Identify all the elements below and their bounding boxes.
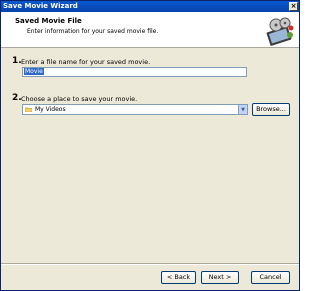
page-subtitle: Enter information for your saved movie f… bbox=[27, 28, 159, 35]
wizard-header: Saved Movie File Enter information for y… bbox=[1, 12, 299, 48]
film-reel-icon bbox=[266, 17, 294, 46]
title-bar: Save Movie Wizard × bbox=[1, 1, 299, 12]
cancel-button[interactable]: Cancel bbox=[251, 271, 290, 284]
step-2-label: Choose a place to save your movie. bbox=[21, 95, 138, 103]
folder-icon bbox=[25, 107, 32, 112]
page-title: Saved Movie File bbox=[15, 17, 82, 25]
step-1-label: Enter a file name for your saved movie. bbox=[21, 58, 151, 66]
back-button[interactable]: < Back bbox=[161, 271, 196, 284]
window-title: Save Movie Wizard bbox=[3, 2, 78, 10]
close-icon[interactable]: × bbox=[289, 2, 298, 11]
file-name-value: Movie bbox=[24, 68, 44, 75]
browse-button[interactable]: Browse... bbox=[252, 103, 290, 116]
footer-divider bbox=[1, 263, 299, 265]
save-movie-wizard-window: Save Movie Wizard × Saved Movie File Ent… bbox=[0, 0, 300, 291]
save-location-dropdown[interactable]: My Videos ▼ bbox=[22, 104, 248, 115]
chevron-down-icon[interactable]: ▼ bbox=[238, 105, 247, 114]
save-location-value: My Videos bbox=[35, 106, 66, 113]
next-button[interactable]: Next > bbox=[201, 271, 239, 284]
file-name-input[interactable]: Movie bbox=[22, 67, 247, 77]
